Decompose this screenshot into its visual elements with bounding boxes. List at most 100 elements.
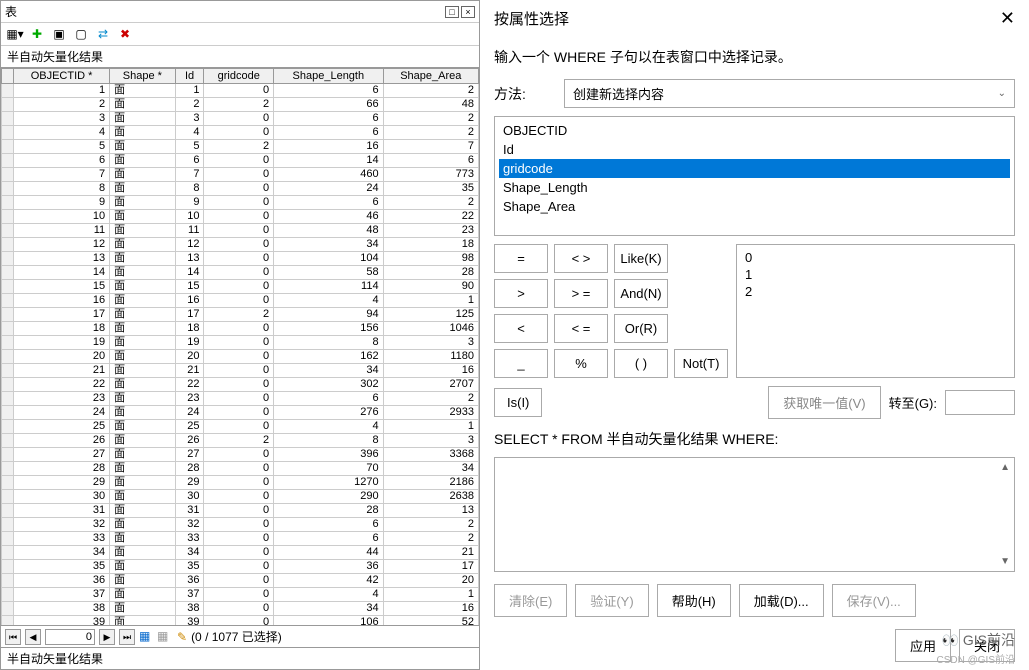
verify-button[interactable]: 验证(Y) bbox=[575, 584, 648, 617]
table-row[interactable]: 9面9062 bbox=[2, 196, 479, 210]
clear-selection-icon[interactable]: ▢ bbox=[73, 26, 89, 42]
table-row[interactable]: 13面13010498 bbox=[2, 252, 479, 266]
table-tab[interactable]: 半自动矢量化结果 bbox=[1, 46, 479, 68]
table-row[interactable]: 22面2203022707 bbox=[2, 378, 479, 392]
ne-button[interactable]: < > bbox=[554, 244, 608, 273]
table-row[interactable]: 36面3604220 bbox=[2, 574, 479, 588]
scroll-down-icon[interactable]: ▼ bbox=[1000, 556, 1010, 567]
table-row[interactable]: 12面1203418 bbox=[2, 238, 479, 252]
table-scroll[interactable]: OBJECTID *Shape *IdgridcodeShape_LengthS… bbox=[1, 68, 479, 625]
column-header[interactable]: OBJECTID * bbox=[14, 69, 110, 84]
field-item[interactable]: gridcode bbox=[499, 159, 1010, 178]
table-row[interactable]: 30面3002902638 bbox=[2, 490, 479, 504]
table-row[interactable]: 28面2807034 bbox=[2, 462, 479, 476]
column-header[interactable]: Shape * bbox=[110, 69, 175, 84]
table-row[interactable]: 34面3404421 bbox=[2, 546, 479, 560]
table-row[interactable]: 23面23062 bbox=[2, 392, 479, 406]
table-row[interactable]: 11面1104823 bbox=[2, 224, 479, 238]
close-button[interactable]: 关闭 bbox=[959, 629, 1015, 662]
menu-icon[interactable]: ▦▾ bbox=[7, 26, 23, 42]
minimize-icon[interactable]: □ bbox=[445, 6, 459, 18]
table-row[interactable]: 27面2703963368 bbox=[2, 448, 479, 462]
table-row[interactable]: 15面15011490 bbox=[2, 280, 479, 294]
lt-button[interactable]: < bbox=[494, 314, 548, 343]
table-row[interactable]: 7面70460773 bbox=[2, 168, 479, 182]
apply-button[interactable]: 应用 bbox=[895, 629, 951, 662]
underscore-button[interactable]: _ bbox=[494, 349, 548, 378]
table-row[interactable]: 10面1004622 bbox=[2, 210, 479, 224]
load-button[interactable]: 加载(D)... bbox=[739, 584, 824, 617]
table-row[interactable]: 1面1062 bbox=[2, 84, 479, 98]
table-row[interactable]: 39面39010652 bbox=[2, 616, 479, 626]
table-row[interactable]: 8面802435 bbox=[2, 182, 479, 196]
last-button[interactable]: ⏭ bbox=[119, 629, 135, 645]
or-button[interactable]: Or(R) bbox=[614, 314, 668, 343]
add-icon[interactable]: ✚ bbox=[29, 26, 45, 42]
switch-icon[interactable]: ⇄ bbox=[95, 26, 111, 42]
save-button[interactable]: 保存(V)... bbox=[832, 584, 916, 617]
table-row[interactable]: 33面33062 bbox=[2, 532, 479, 546]
value-item[interactable]: 0 bbox=[745, 249, 1006, 266]
table-row[interactable]: 17面17294125 bbox=[2, 308, 479, 322]
is-button[interactable]: Is(I) bbox=[494, 388, 542, 417]
close-icon[interactable]: ✕ bbox=[1000, 8, 1015, 29]
field-item[interactable]: Shape_Length bbox=[499, 178, 1010, 197]
next-button[interactable]: ▶ bbox=[99, 629, 115, 645]
like-button[interactable]: Like(K) bbox=[614, 244, 668, 273]
table-row[interactable]: 38面3803416 bbox=[2, 602, 479, 616]
gt-button[interactable]: > bbox=[494, 279, 548, 308]
table-row[interactable]: 29面29012702186 bbox=[2, 476, 479, 490]
column-header[interactable]: Shape_Area bbox=[383, 69, 478, 84]
field-item[interactable]: Id bbox=[499, 140, 1010, 159]
close-icon[interactable]: × bbox=[461, 6, 475, 18]
field-list[interactable]: OBJECTIDIdgridcodeShape_LengthShape_Area bbox=[494, 116, 1015, 236]
table-row[interactable]: 24面2402762933 bbox=[2, 406, 479, 420]
show-selected-icon[interactable]: ▦ bbox=[157, 629, 173, 645]
field-item[interactable]: Shape_Area bbox=[499, 197, 1010, 216]
percent-button[interactable]: % bbox=[554, 349, 608, 378]
table-row[interactable]: 16面16041 bbox=[2, 294, 479, 308]
table-row[interactable]: 21面2103416 bbox=[2, 364, 479, 378]
value-item[interactable]: 2 bbox=[745, 283, 1006, 300]
unique-values-list[interactable]: 012 bbox=[736, 244, 1015, 378]
not-button[interactable]: Not(T) bbox=[674, 349, 728, 378]
sql-textarea[interactable]: ▲ ▼ bbox=[494, 457, 1015, 572]
column-header[interactable]: Id bbox=[175, 69, 204, 84]
help-button[interactable]: 帮助(H) bbox=[657, 584, 731, 617]
table-row[interactable]: 14面1405828 bbox=[2, 266, 479, 280]
table-row[interactable]: 5面52167 bbox=[2, 140, 479, 154]
value-item[interactable]: 1 bbox=[745, 266, 1006, 283]
table-row[interactable]: 26面26283 bbox=[2, 434, 479, 448]
show-all-icon[interactable]: ▦ bbox=[139, 629, 155, 645]
prev-button[interactable]: ◀ bbox=[25, 629, 41, 645]
goto-input[interactable] bbox=[945, 390, 1015, 415]
ge-button[interactable]: > = bbox=[554, 279, 608, 308]
field-item[interactable]: OBJECTID bbox=[499, 121, 1010, 140]
table-row[interactable]: 19面19083 bbox=[2, 336, 479, 350]
eq-button[interactable]: = bbox=[494, 244, 548, 273]
table-row[interactable]: 25面25041 bbox=[2, 420, 479, 434]
table-row[interactable]: 4面4062 bbox=[2, 126, 479, 140]
table-row[interactable]: 31面3102813 bbox=[2, 504, 479, 518]
table-row[interactable]: 32面32062 bbox=[2, 518, 479, 532]
first-button[interactable]: ⏮ bbox=[5, 629, 21, 645]
column-header[interactable]: gridcode bbox=[204, 69, 274, 84]
delete-icon[interactable]: ✖ bbox=[117, 26, 133, 42]
table-row[interactable]: 18面1801561046 bbox=[2, 322, 479, 336]
clear-button[interactable]: 清除(E) bbox=[494, 584, 567, 617]
and-button[interactable]: And(N) bbox=[614, 279, 668, 308]
bottom-tab[interactable]: 半自动矢量化结果 bbox=[1, 647, 479, 669]
scroll-up-icon[interactable]: ▲ bbox=[1000, 462, 1010, 473]
get-unique-values-button[interactable]: 获取唯一值(V) bbox=[768, 386, 880, 419]
select-icon[interactable]: ▣ bbox=[51, 26, 67, 42]
table-row[interactable]: 37面37041 bbox=[2, 588, 479, 602]
page-input[interactable] bbox=[45, 629, 95, 645]
column-header[interactable]: Shape_Length bbox=[274, 69, 384, 84]
edit-icon[interactable]: ✎ bbox=[177, 630, 187, 644]
table-row[interactable]: 6面60146 bbox=[2, 154, 479, 168]
le-button[interactable]: < = bbox=[554, 314, 608, 343]
table-row[interactable]: 2面226648 bbox=[2, 98, 479, 112]
table-row[interactable]: 35面3503617 bbox=[2, 560, 479, 574]
table-row[interactable]: 3面3062 bbox=[2, 112, 479, 126]
method-select[interactable]: 创建新选择内容 ⌄ bbox=[564, 79, 1015, 108]
